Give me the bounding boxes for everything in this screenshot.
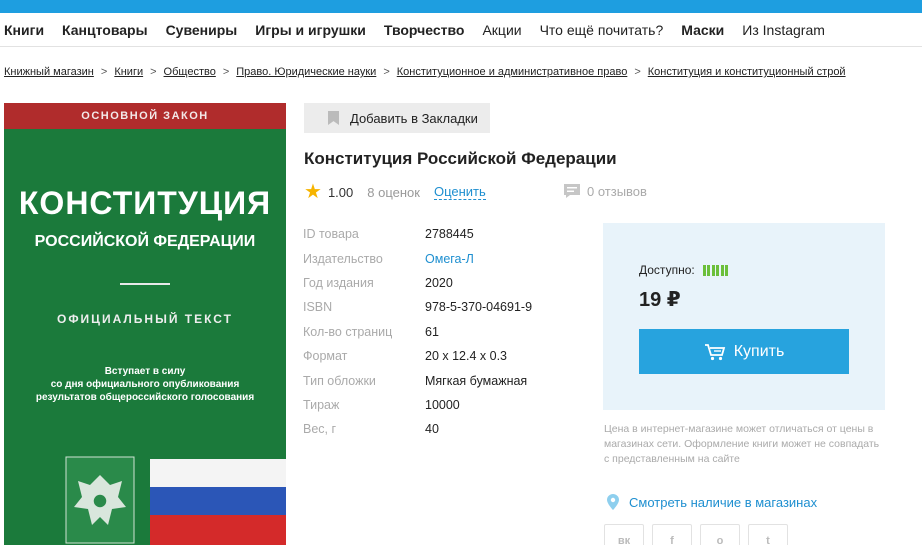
nav-item-toys[interactable]: Игры и игрушки bbox=[255, 22, 366, 38]
breadcrumb-separator: > bbox=[100, 66, 108, 78]
product-specs: ID товара 2788445 Издательство Омега-Л Г… bbox=[303, 222, 532, 442]
cover-band-text: ОСНОВНОЙ ЗАКОН bbox=[4, 103, 286, 129]
coat-of-arms-icon bbox=[65, 456, 135, 544]
spec-label: Год издания bbox=[303, 275, 374, 290]
buy-button[interactable]: Купить bbox=[639, 329, 849, 374]
flag-red-stripe bbox=[150, 515, 286, 545]
product-title: Конституция Российской Федерации bbox=[304, 149, 617, 168]
availability-indicator bbox=[702, 264, 730, 276]
spec-row: ID товара 2788445 bbox=[303, 222, 532, 246]
spec-row: Издательство Омега-Л bbox=[303, 246, 532, 270]
spec-value: 2788445 bbox=[425, 227, 474, 242]
breadcrumb-separator: > bbox=[634, 66, 641, 78]
buy-box: Доступно: 19 ₽ Купить bbox=[603, 223, 885, 410]
cover-note-line: Вступает в силу bbox=[104, 366, 186, 377]
spec-value: 61 bbox=[425, 324, 439, 339]
twitter-icon[interactable]: t bbox=[748, 524, 788, 545]
price-disclaimer: Цена в интернет-магазине может отличатьс… bbox=[604, 423, 880, 465]
nav-item-souvenirs[interactable]: Сувениры bbox=[166, 22, 238, 38]
breadcrumb-item[interactable]: Книжный магазин bbox=[4, 66, 94, 78]
add-to-bookmarks-button[interactable]: Добавить в Закладки bbox=[304, 103, 490, 133]
price: 19 ₽ bbox=[639, 289, 681, 311]
star-icon: ★ bbox=[304, 181, 322, 203]
breadcrumb-item[interactable]: Конституция и конституционный строй bbox=[648, 66, 846, 78]
bookmark-icon bbox=[328, 111, 339, 125]
chat-icon bbox=[564, 184, 580, 198]
breadcrumb-item[interactable]: Право. Юридические науки bbox=[236, 66, 376, 78]
publisher-link[interactable]: Омега-Л bbox=[425, 252, 474, 266]
reviews-count: 0 отзывов bbox=[587, 183, 647, 199]
top-accent-bar bbox=[0, 0, 922, 13]
spec-value: 978-5-370-04691-9 bbox=[425, 300, 533, 315]
availability-label: Доступно: bbox=[639, 263, 695, 277]
spec-label: Вес, г bbox=[303, 422, 337, 437]
cart-icon bbox=[704, 343, 725, 360]
spec-value: 20 x 12.4 x 0.3 bbox=[425, 349, 508, 364]
nav-item-instagram[interactable]: Из Instagram bbox=[742, 22, 825, 38]
cover-divider bbox=[120, 283, 170, 285]
nav-item-masks[interactable]: Маски bbox=[681, 22, 724, 38]
spec-row: Год издания 2020 bbox=[303, 271, 532, 295]
spec-row: Кол-во страниц 61 bbox=[303, 320, 532, 344]
rating-value: 1.00 bbox=[327, 184, 354, 200]
breadcrumb-item[interactable]: Книги bbox=[114, 66, 143, 78]
nav-item-books[interactable]: Книги bbox=[4, 22, 44, 38]
bookmark-label: Добавить в Закладки bbox=[350, 110, 478, 126]
nav-item-stationery[interactable]: Канцтовары bbox=[62, 22, 148, 38]
spec-row: ISBN 978-5-370-04691-9 bbox=[303, 295, 532, 319]
availability: Доступно: bbox=[639, 263, 730, 277]
buy-button-label: Купить bbox=[733, 342, 785, 360]
main-nav: Книги Канцтовары Сувениры Игры и игрушки… bbox=[0, 13, 922, 47]
cover-note: Вступает в силу со дня официального опуб… bbox=[24, 365, 266, 404]
spec-label: ID товара bbox=[303, 227, 359, 242]
facebook-icon[interactable]: f bbox=[652, 524, 692, 545]
cover-title: КОНСТИТУЦИЯ bbox=[18, 185, 272, 221]
spec-label: Кол-во страниц bbox=[303, 324, 393, 339]
rate-link[interactable]: Оценить bbox=[433, 184, 486, 200]
spec-label: Тип обложки bbox=[303, 373, 376, 388]
nav-item-what-to-read[interactable]: Что ещё почитать? bbox=[540, 22, 664, 38]
spec-value: 10000 bbox=[425, 397, 460, 412]
cover-subtitle: РОССИЙСКОЙ ФЕДЕРАЦИИ bbox=[34, 233, 256, 250]
spec-row: Тираж 10000 bbox=[303, 393, 532, 417]
breadcrumb-separator: > bbox=[150, 66, 157, 78]
spec-label: Издательство bbox=[303, 251, 383, 266]
flag-white-stripe bbox=[150, 459, 286, 487]
flag-blue-stripe bbox=[150, 487, 286, 515]
social-share: вк f о t bbox=[604, 524, 796, 545]
map-pin-icon bbox=[607, 494, 619, 510]
cover-note-line: результатов общероссийского голосования bbox=[35, 392, 255, 403]
rating-count: 8 оценок bbox=[367, 184, 420, 200]
russian-flag-image bbox=[150, 459, 286, 545]
breadcrumb-separator: > bbox=[222, 66, 230, 78]
spec-value: Мягкая бумажная bbox=[425, 373, 528, 388]
spec-label: Формат bbox=[303, 349, 348, 364]
store-availability-label: Смотреть наличие в магазинах bbox=[629, 494, 818, 510]
vk-icon[interactable]: вк bbox=[604, 524, 644, 545]
spec-value: 2020 bbox=[425, 275, 453, 290]
spec-row: Тип обложки Мягкая бумажная bbox=[303, 368, 532, 392]
breadcrumb-item[interactable]: Конституционное и административное право bbox=[397, 66, 628, 78]
nav-item-promotions[interactable]: Акции bbox=[482, 22, 521, 38]
breadcrumb-separator: > bbox=[383, 66, 390, 78]
odnoklassniki-icon[interactable]: о bbox=[700, 524, 740, 545]
breadcrumb-item[interactable]: Общество bbox=[164, 66, 216, 78]
spec-row: Вес, г 40 bbox=[303, 417, 532, 441]
spec-value: 40 bbox=[425, 422, 439, 437]
book-cover-image[interactable]: ОСНОВНОЙ ЗАКОН КОНСТИТУЦИЯ РОССИЙСКОЙ ФЕ… bbox=[4, 103, 286, 545]
spec-label: Тираж bbox=[303, 397, 340, 412]
cover-note-line: со дня официального опубликования bbox=[50, 379, 240, 390]
store-availability-link[interactable]: Смотреть наличие в магазинах bbox=[607, 494, 817, 510]
cover-official-text: ОФИЦИАЛЬНЫЙ ТЕКСТ bbox=[56, 312, 234, 326]
reviews-link[interactable]: 0 отзывов bbox=[563, 183, 647, 199]
nav-item-creativity[interactable]: Творчество bbox=[384, 22, 465, 38]
breadcrumb: Книжный магазин > Книги > Общество > Право.… bbox=[4, 66, 846, 78]
spec-row: Формат 20 x 12.4 x 0.3 bbox=[303, 344, 532, 368]
rating: ★ 1.00 8 оценок Оценить bbox=[304, 182, 486, 202]
spec-label: ISBN bbox=[303, 300, 333, 315]
